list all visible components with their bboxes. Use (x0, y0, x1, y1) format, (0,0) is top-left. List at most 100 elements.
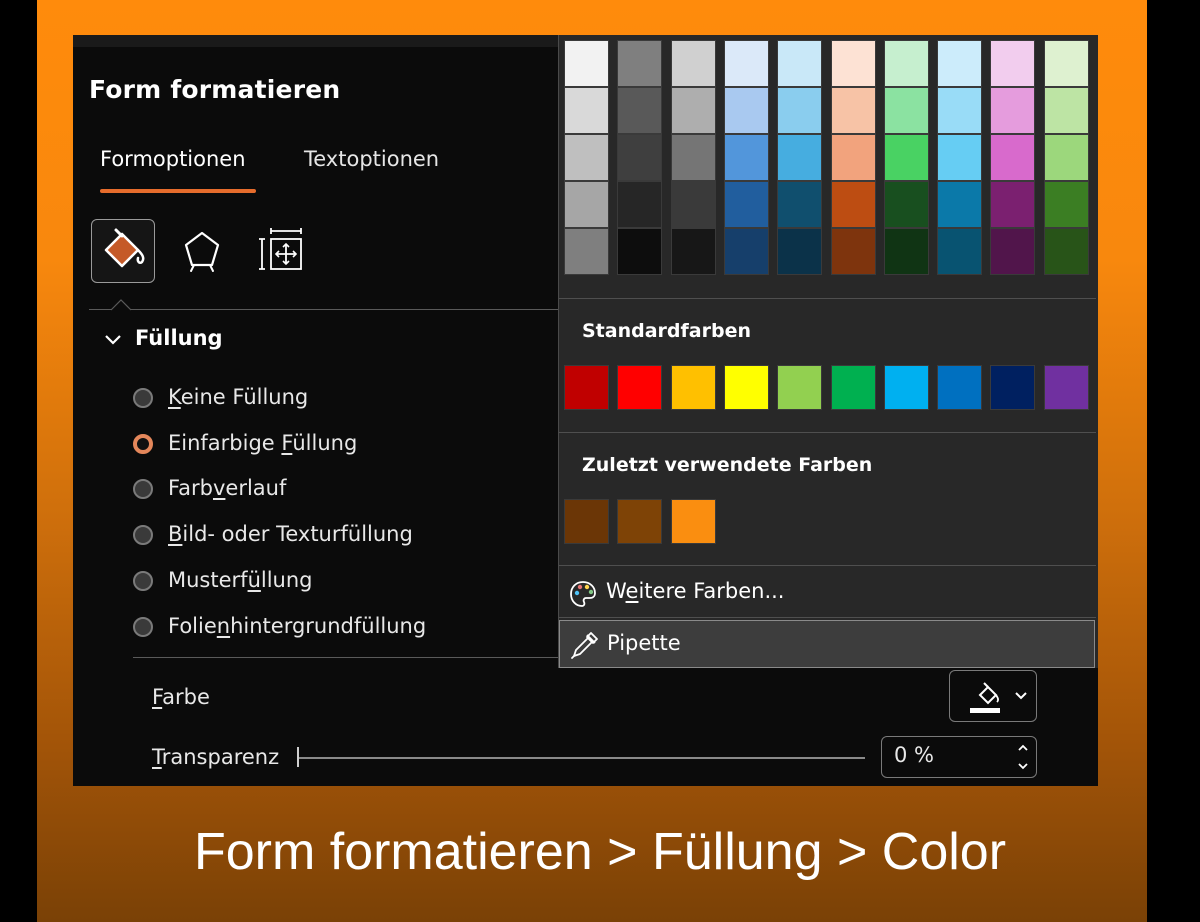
standard-color-swatch[interactable] (564, 365, 609, 410)
radio-label: Musterfüllung (168, 568, 313, 592)
caption: Form formatieren > Füllung > Color (193, 823, 1007, 881)
theme-color-swatch[interactable] (670, 181, 716, 228)
theme-color-swatch[interactable] (723, 134, 769, 181)
theme-color-swatch[interactable] (883, 228, 929, 275)
spin-arrows-icon[interactable] (1016, 741, 1030, 773)
picker-divider (559, 565, 1096, 566)
theme-color-swatch[interactable] (1043, 228, 1089, 275)
radio-indicator[interactable] (133, 479, 153, 499)
theme-color-swatch[interactable] (937, 40, 983, 87)
theme-color-swatch[interactable] (617, 87, 663, 134)
theme-color-swatch[interactable] (777, 228, 823, 275)
theme-color-swatch[interactable] (1043, 87, 1089, 134)
theme-color-swatch[interactable] (990, 40, 1036, 87)
transparency-slider-thumb[interactable] (297, 747, 299, 767)
effects-button[interactable] (171, 219, 233, 281)
theme-color-swatch[interactable] (777, 134, 823, 181)
fill-line-button[interactable] (91, 219, 155, 283)
more-colors-label: Weitere Farben... (606, 579, 785, 603)
size-properties-button[interactable] (251, 219, 313, 281)
eyedropper-item[interactable]: Pipette (559, 620, 1095, 668)
theme-color-swatch[interactable] (564, 40, 609, 87)
standard-color-swatch[interactable] (830, 365, 876, 410)
color-label: Farbe (152, 685, 210, 709)
theme-color-swatch[interactable] (937, 87, 983, 134)
theme-color-swatch[interactable] (777, 87, 823, 134)
theme-color-swatch[interactable] (670, 134, 716, 181)
theme-color-swatch[interactable] (670, 40, 716, 87)
theme-color-swatch[interactable] (937, 181, 983, 228)
theme-color-swatch[interactable] (990, 228, 1036, 275)
radio-label: Bild- oder Texturfüllung (168, 522, 413, 546)
theme-color-swatch[interactable] (883, 134, 929, 181)
radio-indicator-selected[interactable] (133, 434, 153, 454)
transparency-value[interactable]: 0 % (894, 743, 934, 767)
theme-color-swatch[interactable] (1043, 181, 1089, 228)
theme-color-swatch[interactable] (990, 87, 1036, 134)
theme-color-swatch[interactable] (723, 40, 769, 87)
standard-color-swatch[interactable] (617, 365, 663, 410)
theme-color-swatch[interactable] (1043, 134, 1089, 181)
theme-color-swatch[interactable] (777, 181, 823, 228)
tab-shape-options[interactable]: Formoptionen (100, 147, 246, 171)
theme-color-swatch[interactable] (723, 228, 769, 275)
picker-divider (559, 432, 1096, 433)
theme-color-swatch[interactable] (564, 228, 609, 275)
theme-color-swatch[interactable] (937, 228, 983, 275)
eyedropper-label: Pipette (607, 631, 681, 655)
theme-color-swatch[interactable] (670, 228, 716, 275)
theme-color-swatch[interactable] (617, 134, 663, 181)
pentagon-icon (184, 231, 220, 272)
theme-color-swatch[interactable] (723, 87, 769, 134)
theme-color-swatch[interactable] (990, 134, 1036, 181)
standard-color-swatch[interactable] (777, 365, 823, 410)
radio-indicator[interactable] (133, 525, 153, 545)
theme-color-swatch[interactable] (830, 87, 876, 134)
theme-color-swatch[interactable] (883, 181, 929, 228)
theme-color-swatch[interactable] (830, 228, 876, 275)
size-layout-icon (259, 228, 302, 270)
theme-color-swatch[interactable] (564, 87, 609, 134)
standard-color-swatch[interactable] (1043, 365, 1089, 410)
theme-color-swatch[interactable] (883, 87, 929, 134)
theme-color-swatch[interactable] (617, 181, 663, 228)
radio-indicator[interactable] (133, 388, 153, 408)
theme-color-swatch[interactable] (617, 228, 663, 275)
transparency-spinbox[interactable]: 0 % (881, 736, 1037, 778)
standard-color-swatch[interactable] (990, 365, 1036, 410)
more-colors-item[interactable]: Weitere Farben... (559, 569, 1095, 617)
theme-color-swatch[interactable] (830, 40, 876, 87)
standard-color-swatch[interactable] (723, 365, 769, 410)
theme-color-swatch[interactable] (723, 181, 769, 228)
radio-indicator[interactable] (133, 617, 153, 637)
theme-color-swatch[interactable] (617, 40, 663, 87)
theme-color-swatch[interactable] (990, 181, 1036, 228)
theme-color-swatch[interactable] (937, 134, 983, 181)
fill-color-button[interactable] (949, 670, 1037, 722)
top-strip (73, 35, 558, 47)
radio-label: Keine Füllung (168, 385, 309, 409)
standard-colors-title: Standardfarben (582, 320, 751, 342)
theme-color-swatch[interactable] (670, 87, 716, 134)
theme-color-swatch[interactable] (777, 40, 823, 87)
chevron-down-icon[interactable] (103, 333, 123, 347)
recent-color-swatch[interactable] (617, 499, 663, 544)
recent-color-swatch[interactable] (670, 499, 716, 544)
standard-color-swatch[interactable] (883, 365, 929, 410)
standard-color-swatch[interactable] (937, 365, 983, 410)
tab-text-options[interactable]: Textoptionen (304, 147, 439, 171)
theme-color-swatch[interactable] (564, 134, 609, 181)
transparency-slider-track[interactable] (297, 757, 865, 759)
theme-color-swatch[interactable] (1043, 40, 1089, 87)
eyedropper-icon (571, 632, 598, 659)
panel-title: Form formatieren (89, 75, 341, 104)
fill-section-header[interactable]: Füllung (135, 326, 223, 350)
radio-indicator[interactable] (133, 571, 153, 591)
theme-color-swatch[interactable] (830, 134, 876, 181)
standard-color-swatch[interactable] (670, 365, 716, 410)
recent-color-swatch[interactable] (564, 499, 609, 544)
theme-color-swatch[interactable] (564, 181, 609, 228)
theme-color-swatch[interactable] (830, 181, 876, 228)
theme-color-swatch[interactable] (883, 40, 929, 87)
radio-label: Farbverlauf (168, 476, 287, 500)
